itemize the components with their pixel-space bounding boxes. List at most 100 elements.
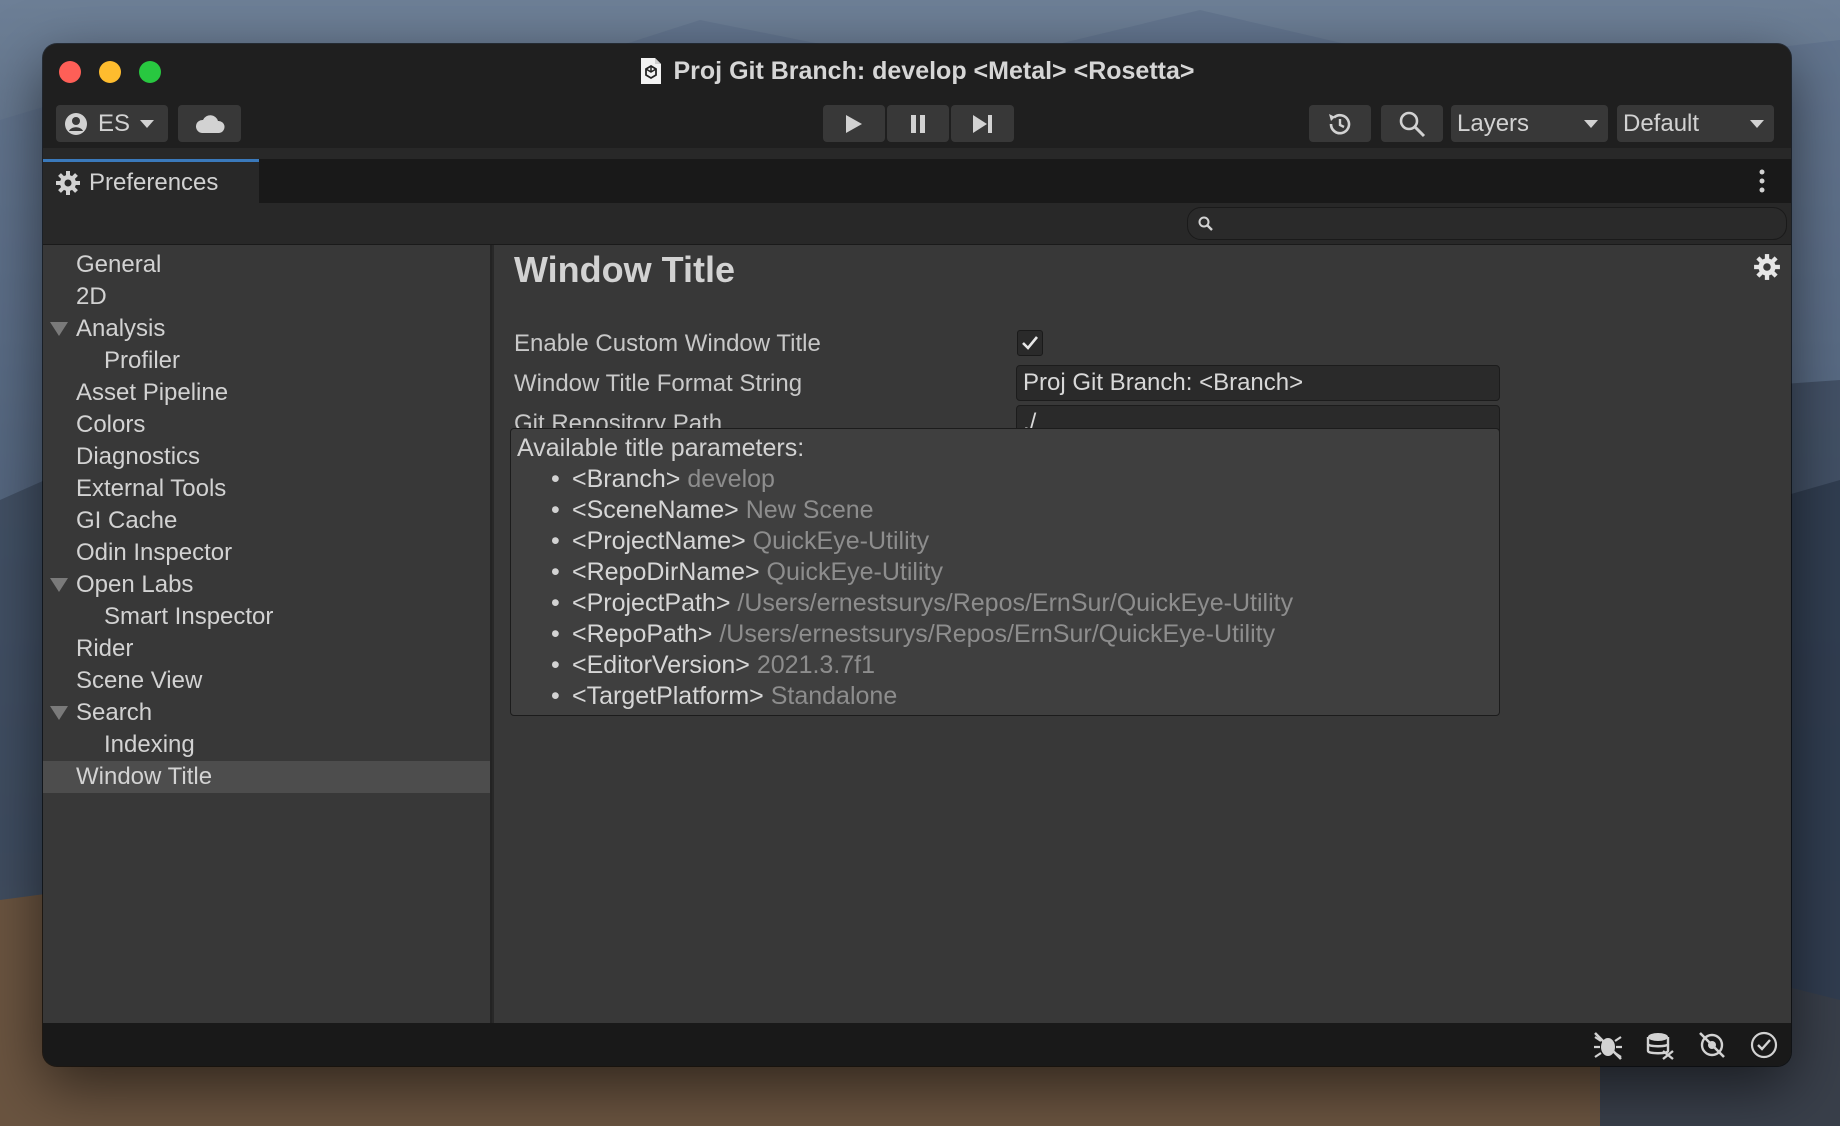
traffic-lights <box>59 61 161 83</box>
play-button[interactable] <box>823 105 885 142</box>
unity-document-icon <box>640 58 661 84</box>
sidebar-item-label: Window Title <box>76 763 213 790</box>
account-label: ES <box>98 109 131 137</box>
sidebar-item-general[interactable]: General <box>43 249 490 281</box>
checkmark-circle-icon[interactable] <box>1747 1029 1781 1061</box>
history-icon <box>1329 113 1351 134</box>
expand-arrow-icon[interactable] <box>50 322 68 336</box>
expand-arrow-icon[interactable] <box>50 706 68 720</box>
play-icon <box>846 114 862 133</box>
unity-editor-window: Proj Git Branch: develop <Metal> <Rosett… <box>43 44 1791 1066</box>
sidebar-item-gi-cache[interactable]: GI Cache <box>43 505 490 537</box>
layers-dropdown[interactable]: Layers <box>1451 105 1608 142</box>
sidebar-item-external-tools[interactable]: External Tools <box>43 473 490 505</box>
layout-label: Default <box>1623 109 1700 137</box>
chevron-down-icon <box>1750 119 1764 128</box>
sidebar-item-label: Colors <box>76 411 146 438</box>
sidebar-item-diagnostics[interactable]: Diagnostics <box>43 441 490 473</box>
close-window-button[interactable] <box>59 61 81 83</box>
main-toolbar: ES Layers Default <box>43 98 1791 148</box>
preferences-search-input[interactable] <box>1187 207 1787 240</box>
layout-dropdown[interactable]: Default <box>1617 105 1774 142</box>
pause-button[interactable] <box>887 105 949 142</box>
step-button[interactable] <box>951 105 1014 142</box>
debug-off-icon[interactable] <box>1591 1029 1625 1061</box>
sidebar-item-search[interactable]: Search <box>43 697 490 729</box>
sidebar-item-label: External Tools <box>76 475 227 502</box>
more-options-icon[interactable] <box>1759 169 1765 193</box>
list-item: <ProjectName> QuickEye-Utility <box>517 526 1493 557</box>
zoom-window-button[interactable] <box>139 61 161 83</box>
param-value: QuickEye-Utility <box>766 558 943 586</box>
search-row <box>43 203 1791 245</box>
title-parameters-help-box: Available title parameters: <Branch> dev… <box>510 428 1500 716</box>
enable-custom-title-checkbox[interactable] <box>1017 330 1043 356</box>
format-string-field[interactable]: Proj Git Branch: <Branch> <box>1016 365 1500 401</box>
undo-history-button[interactable] <box>1309 105 1371 142</box>
list-item: <Branch> develop <box>517 464 1493 495</box>
settings-gear-icon[interactable] <box>1753 253 1781 281</box>
sidebar-item-colors[interactable]: Colors <box>43 409 490 441</box>
search-button[interactable] <box>1381 105 1443 142</box>
list-item: <ProjectPath> /Users/ernestsurys/Repos/E… <box>517 588 1493 619</box>
pause-icon <box>911 114 925 133</box>
param-key: <ProjectPath> <box>572 589 731 617</box>
page-title: Window Title <box>514 249 735 290</box>
auto-generate-lighting-off-icon[interactable] <box>1695 1029 1729 1061</box>
account-dropdown[interactable]: ES <box>56 105 168 142</box>
param-key: <Branch> <box>572 465 681 493</box>
sidebar-item-label: Diagnostics <box>76 443 201 470</box>
param-key: <RepoDirName> <box>572 558 760 586</box>
preferences-content: Window Title Enable Custom Window Title … <box>494 245 1791 1023</box>
list-item: <RepoPath> /Users/ernestsurys/Repos/ErnS… <box>517 619 1493 650</box>
sidebar-item-profiler[interactable]: Profiler <box>43 345 490 377</box>
sidebar-item-window-title[interactable]: Window Title <box>43 761 490 793</box>
list-item: <EditorVersion> 2021.3.7f1 <box>517 650 1493 681</box>
minimize-window-button[interactable] <box>99 61 121 83</box>
checkmark-icon <box>1022 336 1039 350</box>
help-box-title: Available title parameters: <box>517 434 805 462</box>
sidebar-item-label: Analysis <box>76 315 166 342</box>
title-bar: Proj Git Branch: develop <Metal> <Rosett… <box>43 44 1791 98</box>
sidebar-item-label: Search <box>76 699 153 726</box>
param-value: /Users/ernestsurys/Repos/ErnSur/QuickEye… <box>719 620 1276 648</box>
list-item: <TargetPlatform> Standalone <box>517 681 1493 712</box>
search-icon <box>1198 216 1213 231</box>
sidebar-item-rider[interactable]: Rider <box>43 633 490 665</box>
window-title-group: Proj Git Branch: develop <Metal> <Rosett… <box>640 56 1195 86</box>
sidebar-item-indexing[interactable]: Indexing <box>43 729 490 761</box>
expand-arrow-icon[interactable] <box>50 578 68 592</box>
sidebar-item-label: Profiler <box>104 347 181 374</box>
sidebar-item-odin-inspector[interactable]: Odin Inspector <box>43 537 490 569</box>
tab-preferences[interactable]: Preferences <box>43 159 259 203</box>
sidebar-item-smart-inspector[interactable]: Smart Inspector <box>43 601 490 633</box>
window-title: Proj Git Branch: develop <Metal> <Rosett… <box>673 56 1195 85</box>
chevron-down-icon <box>140 119 155 128</box>
cloud-icon <box>195 114 225 133</box>
sidebar-item-scene-view[interactable]: Scene View <box>43 665 490 697</box>
preferences-sidebar: General 2D Analysis Profiler Asset Pipel… <box>43 245 492 1023</box>
enable-custom-title-label: Enable Custom Window Title <box>514 330 821 357</box>
cloud-button[interactable] <box>178 105 241 142</box>
param-value: Standalone <box>770 682 898 710</box>
param-value: New Scene <box>745 496 874 524</box>
account-icon <box>65 112 87 135</box>
param-key: <ProjectName> <box>572 527 746 555</box>
param-key: <EditorVersion> <box>572 651 750 679</box>
sidebar-item-label: 2D <box>76 283 107 310</box>
param-key: <SceneName> <box>572 496 739 524</box>
search-icon <box>1399 111 1426 137</box>
cache-server-icon[interactable] <box>1643 1029 1677 1061</box>
step-icon <box>972 114 992 133</box>
layers-label: Layers <box>1457 109 1530 137</box>
sidebar-item-label: Rider <box>76 635 134 662</box>
sidebar-item-open-labs[interactable]: Open Labs <box>43 569 490 601</box>
param-value: QuickEye-Utility <box>752 527 930 555</box>
param-key: <TargetPlatform> <box>572 682 764 710</box>
sidebar-item-asset-pipeline[interactable]: Asset Pipeline <box>43 377 490 409</box>
sidebar-item-label: Indexing <box>104 731 195 758</box>
tab-label: Preferences <box>89 168 219 196</box>
sidebar-item-analysis[interactable]: Analysis <box>43 313 490 345</box>
param-value: develop <box>687 465 775 493</box>
sidebar-item-2d[interactable]: 2D <box>43 281 490 313</box>
